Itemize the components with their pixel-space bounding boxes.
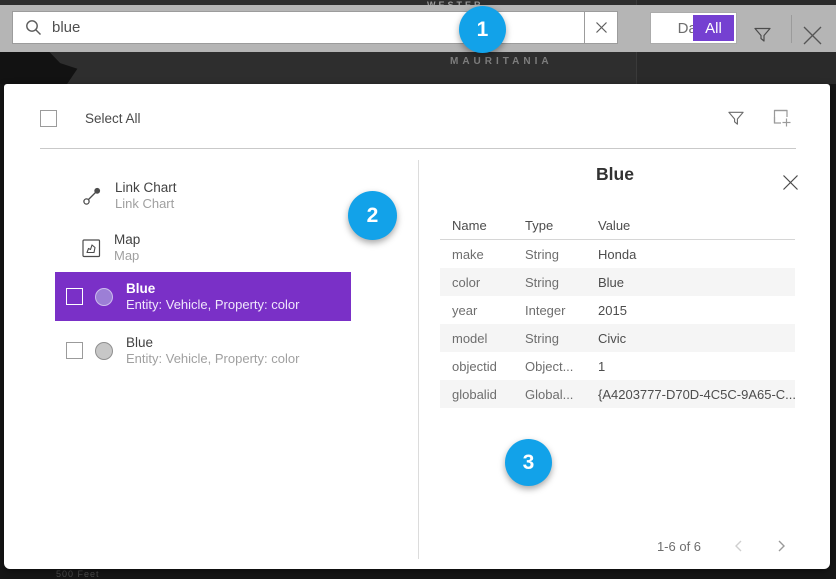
- table-row: model String Civic: [440, 324, 795, 352]
- header-divider: [40, 148, 796, 149]
- map-scale-label: 500 Feet: [56, 569, 100, 579]
- select-all-checkbox[interactable]: [40, 110, 57, 127]
- pagination-label: 1-6 of 6: [624, 539, 734, 554]
- result-item-blue-selected[interactable]: Blue Entity: Vehicle, Property: color: [55, 272, 351, 321]
- result-subtitle: Entity: Vehicle, Property: color: [126, 297, 299, 313]
- annotation-callout-2: 2: [348, 191, 397, 240]
- result-item-blue[interactable]: Blue Entity: Vehicle, Property: color: [55, 327, 351, 374]
- filter-icon[interactable]: [753, 25, 772, 49]
- map-label-mauritania: MAURITANIA: [450, 56, 553, 67]
- cell-type: String: [525, 275, 598, 290]
- cell-value: {A4203777-D70D-4C5C-9A65-C...: [598, 387, 795, 402]
- search-toolbar: Data All: [0, 5, 836, 52]
- cell-type: Integer: [525, 303, 598, 318]
- result-title: Blue: [126, 281, 299, 297]
- search-results-panel: Select All Link Chart Link Chart Map Map: [4, 84, 830, 569]
- result-checkbox[interactable]: [66, 288, 83, 305]
- annotation-callout-3: 3: [505, 439, 552, 486]
- toolbar-divider: [791, 15, 792, 43]
- column-header-type: Type: [525, 218, 598, 233]
- result-subtitle: Map: [114, 248, 140, 264]
- table-row: globalid Global... {A4203777-D70D-4C5C-9…: [440, 380, 795, 408]
- toggle-all-option[interactable]: All: [693, 15, 734, 41]
- column-header-value: Value: [598, 218, 795, 233]
- entity-circle-icon: [95, 288, 113, 306]
- cell-name: model: [452, 331, 525, 346]
- search-icon: [25, 19, 42, 36]
- cell-type: String: [525, 331, 598, 346]
- table-row: year Integer 2015: [440, 296, 795, 324]
- cell-name: color: [452, 275, 525, 290]
- data-all-toggle: Data All: [650, 12, 737, 44]
- table-row: objectid Object... 1: [440, 352, 795, 380]
- map-icon: [82, 239, 101, 258]
- annotation-callout-1: 1: [459, 6, 506, 53]
- chevron-right-icon[interactable]: [774, 539, 788, 553]
- cell-type: Global...: [525, 387, 598, 402]
- clear-search-button[interactable]: [584, 12, 617, 43]
- result-checkbox[interactable]: [66, 342, 83, 359]
- result-item-map[interactable]: Map Map: [55, 226, 351, 270]
- cell-type: String: [525, 247, 598, 262]
- select-all-label: Select All: [85, 111, 141, 126]
- cell-value: Honda: [598, 247, 795, 262]
- entity-circle-icon: [95, 342, 113, 360]
- result-title: Blue: [126, 335, 299, 351]
- table-row: color String Blue: [440, 268, 795, 296]
- cell-name: globalid: [452, 387, 525, 402]
- search-box: [12, 11, 618, 44]
- pane-divider: [418, 160, 419, 559]
- chevron-left-icon[interactable]: [732, 539, 746, 553]
- table-header-row: Name Type Value: [440, 212, 795, 240]
- result-title: Map: [114, 232, 140, 248]
- results-header: Select All: [40, 106, 800, 130]
- cell-value: 2015: [598, 303, 795, 318]
- close-details-icon[interactable]: [782, 174, 799, 191]
- pagination: 1-6 of 6: [440, 534, 795, 560]
- attributes-table: Name Type Value make String Honda color …: [440, 212, 795, 408]
- column-header-name: Name: [452, 218, 525, 233]
- cell-name: objectid: [452, 359, 525, 374]
- details-title: Blue: [440, 164, 790, 185]
- close-search-icon[interactable]: [801, 24, 824, 47]
- filter-results-icon[interactable]: [727, 109, 745, 127]
- cell-type: Object...: [525, 359, 598, 374]
- cell-value: 1: [598, 359, 795, 374]
- cell-name: make: [452, 247, 525, 262]
- result-subtitle: Entity: Vehicle, Property: color: [126, 351, 299, 367]
- cell-value: Blue: [598, 275, 795, 290]
- cell-value: Civic: [598, 331, 795, 346]
- result-title: Link Chart: [115, 180, 177, 196]
- result-item-link-chart[interactable]: Link Chart Link Chart: [55, 174, 351, 218]
- cell-name: year: [452, 303, 525, 318]
- result-subtitle: Link Chart: [115, 196, 177, 212]
- add-selection-icon[interactable]: [773, 109, 792, 128]
- link-chart-icon: [82, 186, 102, 206]
- table-row: make String Honda: [440, 240, 795, 268]
